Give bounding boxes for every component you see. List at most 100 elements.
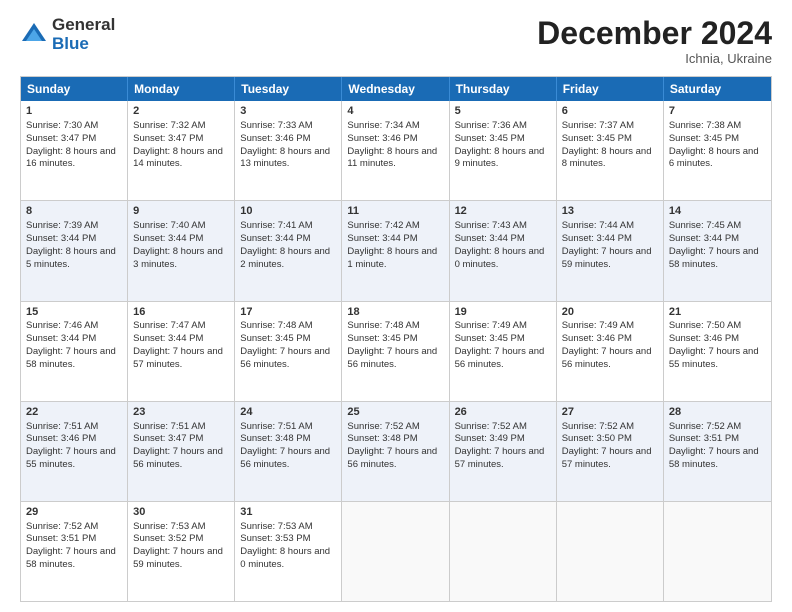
daylight-label: Daylight: 8 hours and 13 minutes.: [240, 146, 330, 170]
daylight-label: Daylight: 7 hours and 56 minutes.: [347, 346, 437, 370]
calendar-row: 15Sunrise: 7:46 AM Sunset: 3:44 PM Dayligh…: [21, 301, 771, 401]
sunrise-label: Sunrise: 7:33 AM: [240, 120, 312, 131]
sunset-label: Sunset: 3:53 PM: [240, 533, 310, 544]
daylight-label: Daylight: 7 hours and 58 minutes.: [669, 446, 759, 470]
day-number: 3: [240, 104, 336, 119]
daylight-label: Daylight: 7 hours and 57 minutes.: [455, 446, 545, 470]
month-title: December 2024: [537, 16, 772, 51]
calendar-cell: 23Sunrise: 7:51 AMSunset: 3:47 PMDayligh…: [128, 402, 235, 501]
sunset-label: Sunset: 3:44 PM: [26, 333, 96, 344]
sunset-label: Sunset: 3:46 PM: [240, 133, 310, 144]
calendar-cell: [342, 502, 449, 601]
daylight-label: Daylight: 7 hours and 56 minutes.: [347, 446, 437, 470]
calendar-row: 29Sunrise: 7:52 AMSunset: 3:51 PMDayligh…: [21, 501, 771, 601]
sunrise-label: Sunrise: 7:32 AM: [133, 120, 205, 131]
calendar-cell: 30Sunrise: 7:53 AMSunset: 3:52 PMDayligh…: [128, 502, 235, 601]
day-number: 28: [669, 405, 766, 420]
daylight-label: Daylight: 7 hours and 58 minutes.: [26, 546, 116, 570]
sunset-label: Sunset: 3:44 PM: [669, 233, 739, 244]
calendar-body: 1Sunrise: 7:30 AMSunset: 3:47 PMDaylight…: [21, 101, 771, 601]
day-number: 23: [133, 405, 229, 420]
logo-general: General: [52, 16, 115, 35]
calendar-cell: 21Sunrise: 7:50 AMSunset: 3:46 PMDayligh…: [664, 302, 771, 401]
calendar-cell: [557, 502, 664, 601]
daylight-label: Daylight: 8 hours and 16 minutes.: [26, 146, 116, 170]
calendar-cell: 10Sunrise: 7:41 AMSunset: 3:44 PMDayligh…: [235, 201, 342, 300]
sunrise-label: Sunrise: 7:45 AM: [669, 220, 741, 231]
daylight-label: Daylight: 8 hours and 2 minutes.: [240, 246, 330, 270]
cal-header-day: Wednesday: [342, 77, 449, 101]
sunrise-label: Sunrise: 7:53 AM: [133, 521, 205, 532]
sunset-label: Sunset: 3:44 PM: [562, 233, 632, 244]
sunset-label: Sunset: 3:47 PM: [133, 433, 203, 444]
calendar-cell: 28Sunrise: 7:52 AMSunset: 3:51 PMDayligh…: [664, 402, 771, 501]
day-number: 15: [26, 305, 122, 320]
cal-header-day: Thursday: [450, 77, 557, 101]
daylight-label: Daylight: 8 hours and 3 minutes.: [133, 246, 223, 270]
header: General Blue December 2024 Ichnia, Ukrai…: [20, 16, 772, 66]
daylight-label: Daylight: 8 hours and 11 minutes.: [347, 146, 437, 170]
sunrise-label: Sunrise: 7:52 AM: [455, 421, 527, 432]
sunrise-label: Sunrise: 7:43 AM: [455, 220, 527, 231]
calendar-row: 8Sunrise: 7:39 AMSunset: 3:44 PMDaylight…: [21, 200, 771, 300]
sunrise-label: Sunrise: 7:47 AM: [133, 320, 205, 331]
daylight-label: Daylight: 7 hours and 56 minutes.: [562, 346, 652, 370]
calendar-cell: 7Sunrise: 7:38 AMSunset: 3:45 PMDaylight…: [664, 101, 771, 200]
sunset-label: Sunset: 3:46 PM: [669, 333, 739, 344]
sunset-label: Sunset: 3:47 PM: [26, 133, 96, 144]
sunrise-label: Sunrise: 7:38 AM: [669, 120, 741, 131]
day-number: 27: [562, 405, 658, 420]
sunrise-label: Sunrise: 7:53 AM: [240, 521, 312, 532]
day-number: 14: [669, 204, 766, 219]
daylight-label: Daylight: 7 hours and 58 minutes.: [26, 346, 116, 370]
calendar-cell: 14Sunrise: 7:45 AM Sunset: 3:44 PM Dayligh…: [664, 201, 771, 300]
calendar-row: 22Sunrise: 7:51 AMSunset: 3:46 PMDayligh…: [21, 401, 771, 501]
daylight-label: Daylight: 7 hours and 58 minutes.: [669, 246, 759, 270]
calendar-cell: [450, 502, 557, 601]
sunrise-label: Sunrise: 7:37 AM: [562, 120, 634, 131]
sunrise-label: Sunrise: 7:52 AM: [347, 421, 419, 432]
sunrise-label: Sunrise: 7:52 AM: [26, 521, 98, 532]
day-number: 4: [347, 104, 443, 119]
sunset-label: Sunset: 3:46 PM: [562, 333, 632, 344]
day-number: 7: [669, 104, 766, 119]
sunrise-label: Sunrise: 7:51 AM: [26, 421, 98, 432]
day-number: 17: [240, 305, 336, 320]
calendar: SundayMondayTuesdayWednesdayThursdayFrid…: [20, 76, 772, 602]
logo: General Blue: [20, 16, 115, 53]
sunset-label: Sunset: 3:51 PM: [26, 533, 96, 544]
calendar-cell: 3Sunrise: 7:33 AM Sunset: 3:46 PM Daylight…: [235, 101, 342, 200]
sunrise-label: Sunrise: 7:42 AM: [347, 220, 419, 231]
sunset-label: Sunset: 3:50 PM: [562, 433, 632, 444]
daylight-label: Daylight: 8 hours and 1 minute.: [347, 246, 437, 270]
sunrise-label: Sunrise: 7:40 AM: [133, 220, 205, 231]
sunrise-label: Sunrise: 7:30 AM: [26, 120, 98, 131]
daylight-label: Daylight: 7 hours and 56 minutes.: [455, 346, 545, 370]
daylight-label: Daylight: 8 hours and 6 minutes.: [669, 146, 759, 170]
location-subtitle: Ichnia, Ukraine: [537, 51, 772, 66]
calendar-row: 1Sunrise: 7:30 AMSunset: 3:47 PMDaylight…: [21, 101, 771, 200]
sunset-label: Sunset: 3:44 PM: [455, 233, 525, 244]
sunrise-label: Sunrise: 7:49 AM: [562, 320, 634, 331]
sunrise-label: Sunrise: 7:34 AM: [347, 120, 419, 131]
day-number: 26: [455, 405, 551, 420]
calendar-cell: 5Sunrise: 7:36 AMSunset: 3:45 PMDaylight…: [450, 101, 557, 200]
day-number: 16: [133, 305, 229, 320]
sunrise-label: Sunrise: 7:39 AM: [26, 220, 98, 231]
day-number: 12: [455, 204, 551, 219]
sunrise-label: Sunrise: 7:48 AM: [240, 320, 312, 331]
page: General Blue December 2024 Ichnia, Ukrai…: [0, 0, 792, 612]
calendar-cell: 9Sunrise: 7:40 AMSunset: 3:44 PMDaylight…: [128, 201, 235, 300]
sunset-label: Sunset: 3:48 PM: [240, 433, 310, 444]
day-number: 18: [347, 305, 443, 320]
day-number: 24: [240, 405, 336, 420]
sunset-label: Sunset: 3:45 PM: [240, 333, 310, 344]
sunset-label: Sunset: 3:44 PM: [347, 233, 417, 244]
daylight-label: Daylight: 7 hours and 57 minutes.: [133, 346, 223, 370]
sunset-label: Sunset: 3:44 PM: [240, 233, 310, 244]
daylight-label: Daylight: 8 hours and 5 minutes.: [26, 246, 116, 270]
sunrise-label: Sunrise: 7:46 AM: [26, 320, 98, 331]
day-number: 11: [347, 204, 443, 219]
day-number: 13: [562, 204, 658, 219]
day-number: 25: [347, 405, 443, 420]
